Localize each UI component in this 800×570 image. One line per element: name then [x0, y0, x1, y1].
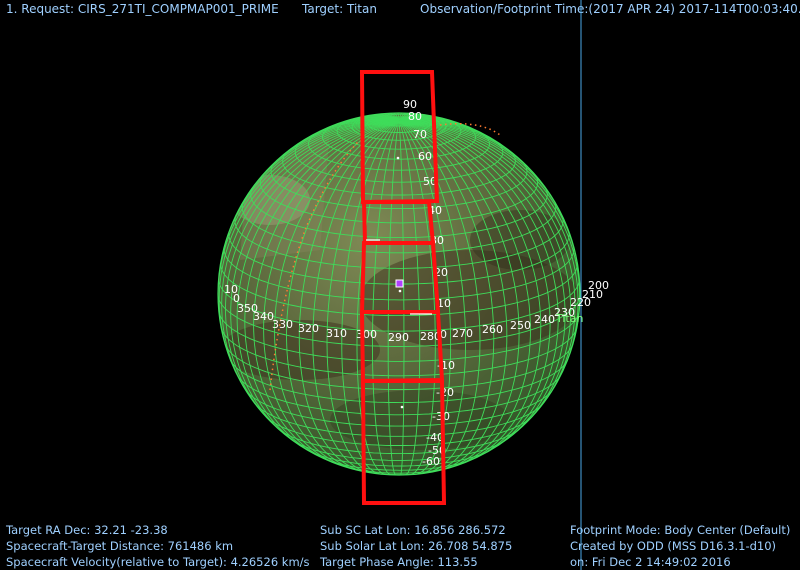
creation-date-readout: on: Fri Dec 2 14:49:02 2016: [570, 555, 731, 569]
created-by-readout: Created by ODD (MSS D16.3.1-d10): [570, 539, 777, 553]
lat-label: -60: [422, 455, 440, 468]
lat-label: 70: [413, 128, 427, 141]
distance-readout: Spacecraft-Target Distance: 761486 km: [6, 539, 234, 553]
lon-label: 240: [534, 313, 555, 326]
sub-sc-readout: Sub SC Lat Lon: 16.856 286.572: [320, 523, 506, 537]
phase-angle-readout: Target Phase Angle: 113.55: [320, 555, 478, 569]
body-name-label: Titan: [555, 312, 583, 325]
lat-label: 60: [418, 150, 432, 163]
sub-spacecraft-marker: [395, 279, 404, 288]
ra-dec-readout: Target RA Dec: 32.21 -23.38: [6, 523, 168, 537]
globe-view: 9080706050403020100-10-20-30-40-50-60100…: [217, 0, 609, 570]
footprint-mode-readout: Footprint Mode: Body Center (Default): [570, 523, 791, 537]
velocity-readout: Spacecraft Velocity(relative to Target):…: [6, 555, 310, 569]
lat-label: -20: [436, 386, 454, 399]
lon-label: 250: [510, 319, 531, 332]
lon-label: 200: [588, 279, 609, 292]
lon-label: 320: [298, 322, 319, 335]
lon-label: 340: [253, 310, 274, 323]
lon-label: 330: [272, 318, 293, 331]
lon-label: 270: [452, 327, 473, 340]
lat-label: 80: [408, 110, 422, 123]
lon-label: 300: [356, 328, 377, 341]
lon-label: 260: [482, 323, 503, 336]
lon-label: 310: [326, 327, 347, 340]
sub-solar-readout: Sub Solar Lat Lon: 26.708 54.875: [320, 539, 513, 553]
lon-label: 290: [388, 331, 409, 344]
